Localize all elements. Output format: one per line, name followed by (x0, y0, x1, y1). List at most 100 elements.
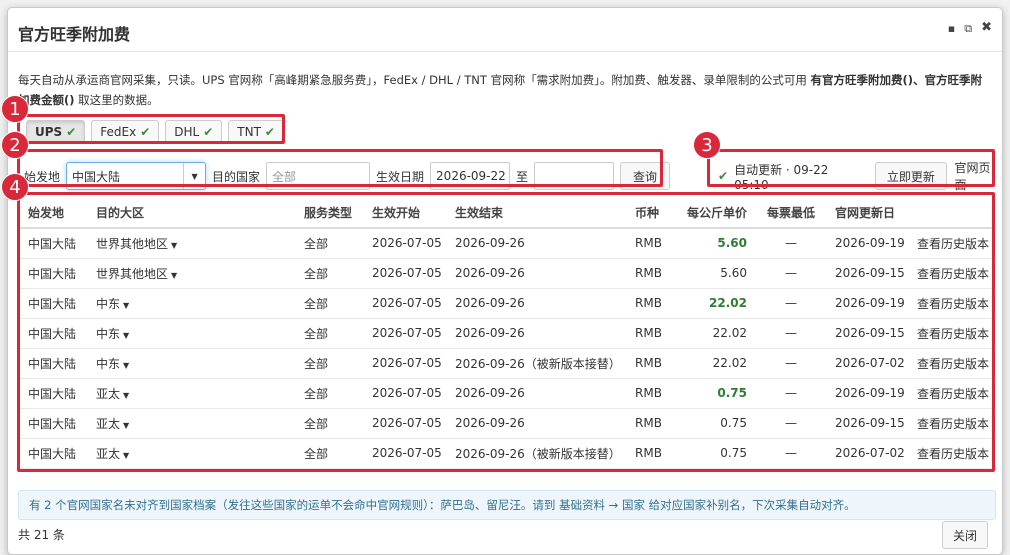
cell-service: 全部 (294, 318, 362, 349)
date-to-label: 至 (516, 169, 529, 184)
col-updated: 官网更新日 (825, 198, 907, 229)
tab-dhl[interactable]: DHL ✔ (165, 120, 223, 144)
cell-currency: RMB (625, 408, 671, 439)
destination-input[interactable]: 全部 (266, 162, 371, 190)
cell-origin: 中国大陆 (18, 318, 86, 349)
cell-start: 2026-07-05 (362, 378, 445, 409)
cell-start: 2026-07-05 (362, 348, 445, 379)
view-history-link[interactable]: 查看历史版本 (907, 378, 996, 409)
cell-region[interactable]: 中东 ▼ (86, 348, 294, 379)
query-button[interactable]: 查询 (620, 162, 671, 190)
description-text: 每天自动从承运商官网采集，只读。UPS 官网称「高峰期紧急服务费」，FedEx … (18, 73, 811, 87)
cell-service-text: 全部 (304, 416, 329, 431)
cell-currency: RMB (625, 378, 671, 409)
close-icon[interactable]: ✖ (981, 21, 992, 36)
cell-start-text: 2026-07-05 (372, 356, 442, 370)
tab-tnt[interactable]: TNT ✔ (228, 120, 284, 144)
cell-currency-text: RMB (635, 266, 662, 280)
cell-currency-text: RMB (635, 416, 662, 430)
cell-min: — (757, 228, 825, 259)
update-now-button[interactable]: 立即更新 (875, 162, 947, 190)
tab-label: UPS (35, 125, 63, 139)
cell-price-text: 5.60 (720, 266, 747, 280)
cell-origin: 中国大陆 (18, 288, 86, 319)
cell-region[interactable]: 亚太 ▼ (86, 438, 294, 469)
table-row: 中国大陆 世界其他地区 ▼ 全部 2026-07-05 2026-09-26 RMB 5.60… (18, 258, 996, 289)
view-history-link[interactable]: 查看历史版本 (907, 348, 996, 379)
surcharge-table-container: 始发地 目的大区 服务类型 生效开始 生效结束 币种 每公斤单价 每票最低 官网… (18, 198, 996, 474)
cell-region[interactable]: 世界其他地区 ▼ (86, 228, 294, 259)
cell-start: 2026-07-05 (362, 288, 445, 319)
cell-updated: 2026-09-15 (825, 258, 907, 289)
cell-region[interactable]: 中东 ▼ (86, 318, 294, 349)
cell-price: 5.60 (671, 228, 757, 259)
cell-end-text: 2026-09-26 (455, 326, 525, 340)
cell-min-text: — (785, 266, 797, 280)
check-icon: ✔ (66, 125, 77, 139)
cell-end-text: 2026-09-26 (455, 296, 525, 310)
cell-min: — (757, 408, 825, 439)
cell-region[interactable]: 亚太 ▼ (86, 408, 294, 439)
chevron-down-icon[interactable]: ▼ (123, 451, 129, 460)
destination-label: 目的国家 (212, 169, 261, 184)
chevron-down-icon[interactable]: ▼ (123, 421, 129, 430)
cell-region[interactable]: 中东 ▼ (86, 288, 294, 319)
cell-updated: 2026-09-15 (825, 318, 907, 349)
cell-service-text: 全部 (304, 356, 329, 371)
popout-icon[interactable]: ⧉ (964, 22, 972, 36)
view-history-link[interactable]: 查看历史版本 (907, 258, 996, 289)
cell-updated-text: 2026-09-15 (835, 416, 905, 430)
chevron-down-icon[interactable]: ▼ (123, 391, 129, 400)
tab-ups[interactable]: UPS ✔ (26, 120, 86, 144)
description-text-end: 取这里的数据。 (74, 93, 159, 107)
cell-min-text: — (785, 416, 797, 430)
cell-start: 2026-07-05 (362, 438, 445, 469)
cell-origin-text: 中国大陆 (28, 236, 77, 251)
chevron-down-icon[interactable]: ▼ (123, 301, 129, 310)
table-header-row: 始发地 目的大区 服务类型 生效开始 生效结束 币种 每公斤单价 每票最低 官网… (18, 198, 996, 229)
annotation-badge-2: 2 (1, 131, 29, 159)
origin-select[interactable]: 中国大陆 ▼ (66, 162, 207, 190)
close-button[interactable]: 关闭 (942, 521, 988, 549)
cell-origin: 中国大陆 (18, 348, 86, 379)
chevron-down-icon[interactable]: ▼ (183, 163, 205, 189)
cell-start: 2026-07-05 (362, 228, 445, 259)
cell-currency: RMB (625, 228, 671, 259)
annotation-badge-4: 4 (1, 173, 29, 201)
cell-end-text: 2026-09-26 (455, 386, 525, 400)
carrier-tabs: UPS ✔ FedEx ✔ DHL ✔ TNT ✔ (22, 116, 288, 146)
cell-origin: 中国大陆 (18, 258, 86, 289)
tab-fedex[interactable]: FedEx ✔ (91, 120, 160, 144)
cell-region[interactable]: 亚太 ▼ (86, 378, 294, 409)
chevron-down-icon[interactable]: ▼ (171, 271, 177, 280)
view-history-link[interactable]: 查看历史版本 (907, 318, 996, 349)
cell-min-text: — (785, 386, 797, 400)
cell-end: 2026-09-26 (445, 228, 625, 259)
record-count: 共 21 条 (18, 528, 65, 542)
view-history-link[interactable]: 查看历史版本 (907, 228, 996, 259)
table-body: 中国大陆 世界其他地区 ▼ 全部 2026-07-05 2026-09-26 RMB 5.60… (18, 228, 996, 469)
surcharge-dialog: 官方旺季附加费 ▪ ⧉ ✖ 每天自动从承运商官网采集，只读。UPS 官网称「高峰… (7, 7, 1003, 555)
minimize-icon[interactable]: ▪ (948, 22, 955, 36)
cell-region-text: 世界其他地区 (96, 236, 169, 251)
cell-origin: 中国大陆 (18, 228, 86, 259)
view-history-link[interactable]: 查看历史版本 (907, 288, 996, 319)
cell-updated-text: 2026-09-19 (835, 386, 905, 400)
view-history-link[interactable]: 查看历史版本 (907, 408, 996, 439)
date-from-input[interactable]: 2026-09-22 (430, 162, 511, 190)
chevron-down-icon[interactable]: ▼ (123, 361, 129, 370)
chevron-down-icon[interactable]: ▼ (123, 331, 129, 340)
cell-origin-text: 中国大陆 (28, 266, 77, 281)
cell-start-text: 2026-07-05 (372, 446, 442, 460)
cell-origin: 中国大陆 (18, 438, 86, 469)
cell-price: 5.60 (671, 258, 757, 289)
chevron-down-icon[interactable]: ▼ (171, 241, 177, 250)
cell-start-text: 2026-07-05 (372, 416, 442, 430)
view-history-link-text: 查看历史版本 (917, 266, 990, 281)
cell-end: 2026-09-26 (445, 378, 625, 409)
official-page-link[interactable]: 官网页面 (955, 159, 1002, 193)
check-icon: ✔ (264, 125, 275, 139)
date-to-input[interactable] (534, 162, 615, 190)
view-history-link[interactable]: 查看历史版本 (907, 438, 996, 469)
cell-region[interactable]: 世界其他地区 ▼ (86, 258, 294, 289)
